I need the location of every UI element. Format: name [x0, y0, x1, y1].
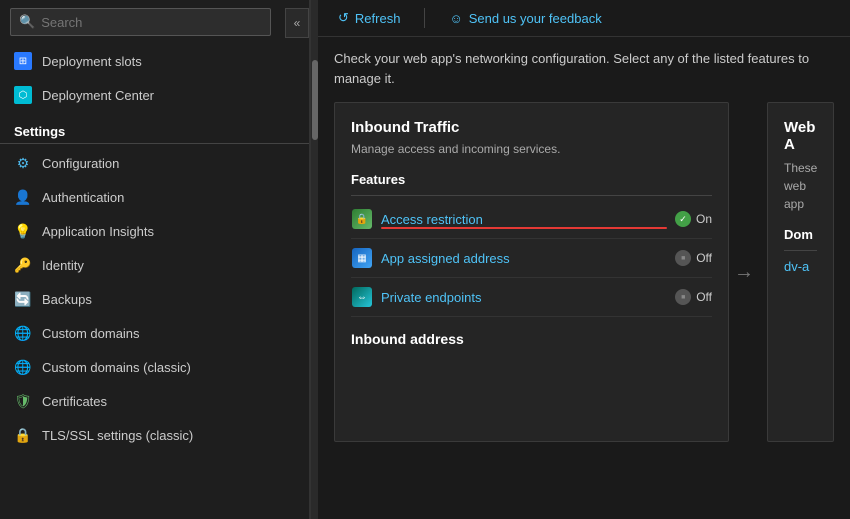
application-insights-icon: 💡: [14, 222, 32, 240]
private-endpoints-icon: ⇔: [351, 286, 373, 308]
refresh-label: Refresh: [355, 11, 401, 26]
search-icon: 🔍: [19, 14, 35, 30]
toolbar: ↺ Refresh ☺ Send us your feedback: [318, 0, 850, 37]
sidebar-label-custom-domains-classic: Custom domains (classic): [42, 360, 191, 375]
app-assigned-status-label: Off: [696, 251, 712, 265]
sidebar-label-configuration: Configuration: [42, 156, 119, 171]
tls-icon: 🔒: [14, 426, 32, 444]
status-on-icon: [675, 211, 691, 227]
refresh-icon: ↺: [338, 10, 349, 26]
sidebar-item-custom-domains-classic[interactable]: 🌐 Custom domains (classic): [0, 350, 309, 384]
access-restriction-link[interactable]: Access restriction: [381, 212, 667, 227]
backups-icon: 🔄: [14, 290, 32, 308]
sidebar-item-custom-domains[interactable]: 🌐 Custom domains: [0, 316, 309, 350]
domain-label: Dom: [784, 227, 817, 251]
private-endpoints-status-label: Off: [696, 290, 712, 304]
custom-domains-classic-icon: 🌐: [14, 358, 32, 376]
feature-row-app-assigned-address: ▦ App assigned address Off: [351, 239, 712, 278]
sidebar-item-tls-ssl[interactable]: 🔒 TLS/SSL settings (classic): [0, 418, 309, 452]
sidebar-label-identity: Identity: [42, 258, 84, 273]
private-endpoints-link[interactable]: Private endpoints: [381, 290, 667, 305]
status-off-icon-2: [675, 289, 691, 305]
main-content: ↺ Refresh ☺ Send us your feedback Check …: [318, 0, 850, 519]
sidebar-label-tls-ssl: TLS/SSL settings (classic): [42, 428, 193, 443]
sidebar-label-authentication: Authentication: [42, 190, 124, 205]
cards-row: Inbound Traffic Manage access and incomi…: [334, 102, 834, 442]
inbound-card-subtitle: Manage access and incoming services.: [351, 142, 712, 156]
page-description: Check your web app's networking configur…: [334, 49, 834, 88]
feedback-label: Send us your feedback: [469, 11, 602, 26]
identity-icon: 🔑: [14, 256, 32, 274]
status-off-icon-1: [675, 250, 691, 266]
sidebar-item-deployment-center[interactable]: ⬡ Deployment Center: [0, 78, 309, 112]
feature-row-private-endpoints: ⇔ Private endpoints Off: [351, 278, 712, 317]
inbound-card-title: Inbound Traffic: [351, 119, 712, 136]
refresh-button[interactable]: ↺ Refresh: [334, 8, 404, 28]
sidebar-label-certificates: Certificates: [42, 394, 107, 409]
feedback-icon: ☺: [449, 11, 462, 26]
web-app-card-text: These web app: [784, 159, 817, 213]
sidebar-label-custom-domains: Custom domains: [42, 326, 140, 341]
app-assigned-address-status: Off: [675, 250, 712, 266]
toolbar-divider: [424, 8, 425, 28]
sidebar-label-application-insights: Application Insights: [42, 224, 154, 239]
sidebar-scrollbar: [310, 0, 318, 519]
sidebar-label-backups: Backups: [42, 292, 92, 307]
collapse-sidebar-button[interactable]: «: [285, 8, 309, 38]
app-assigned-address-icon: ▦: [351, 247, 373, 269]
settings-section-header: Settings: [0, 112, 309, 144]
access-restriction-status-label: On: [696, 212, 712, 226]
configuration-icon: ⚙: [14, 154, 32, 172]
sidebar-item-application-insights[interactable]: 💡 Application Insights: [0, 214, 309, 248]
sidebar: 🔍 « ⊞ Deployment slots ⬡ Deployment Cent…: [0, 0, 310, 519]
scroll-thumb: [312, 60, 318, 140]
app-assigned-address-link[interactable]: App assigned address: [381, 251, 667, 266]
sidebar-label-deployment-center: Deployment Center: [42, 88, 154, 103]
private-endpoints-status: Off: [675, 289, 712, 305]
sidebar-item-certificates[interactable]: 🛡 Certificates: [0, 384, 309, 418]
authentication-icon: 👤: [14, 188, 32, 206]
feedback-button[interactable]: ☺ Send us your feedback: [445, 9, 605, 28]
web-app-card-title: Web A: [784, 119, 817, 153]
sidebar-item-authentication[interactable]: 👤 Authentication: [0, 180, 309, 214]
sidebar-label-deployment-slots: Deployment slots: [42, 54, 142, 69]
inbound-address-header: Inbound address: [351, 331, 712, 347]
certificates-icon: 🛡: [14, 392, 32, 410]
arrow-connector: →: [729, 102, 759, 442]
search-input[interactable]: [41, 15, 262, 30]
deployment-slots-icon: ⊞: [14, 52, 32, 70]
sidebar-item-backups[interactable]: 🔄 Backups: [0, 282, 309, 316]
sidebar-item-deployment-slots[interactable]: ⊞ Deployment slots: [0, 44, 309, 78]
search-box: 🔍: [10, 8, 271, 36]
deployment-center-icon: ⬡: [14, 86, 32, 104]
web-app-card: Web A These web app Dom dv-a: [767, 102, 834, 442]
feature-row-access-restriction: 🔒 Access restriction On: [351, 200, 712, 239]
sidebar-scroll: ⊞ Deployment slots ⬡ Deployment Center S…: [0, 44, 309, 519]
page-body: Check your web app's networking configur…: [318, 37, 850, 519]
sidebar-item-configuration[interactable]: ⚙ Configuration: [0, 146, 309, 180]
sidebar-item-identity[interactable]: 🔑 Identity: [0, 248, 309, 282]
access-restriction-icon: 🔒: [351, 208, 373, 230]
features-header: Features: [351, 172, 712, 196]
inbound-traffic-card: Inbound Traffic Manage access and incomi…: [334, 102, 729, 442]
domain-value[interactable]: dv-a: [784, 259, 817, 274]
access-restriction-status: On: [675, 211, 712, 227]
custom-domains-icon: 🌐: [14, 324, 32, 342]
app-container: 🔍 « ⊞ Deployment slots ⬡ Deployment Cent…: [0, 0, 850, 519]
